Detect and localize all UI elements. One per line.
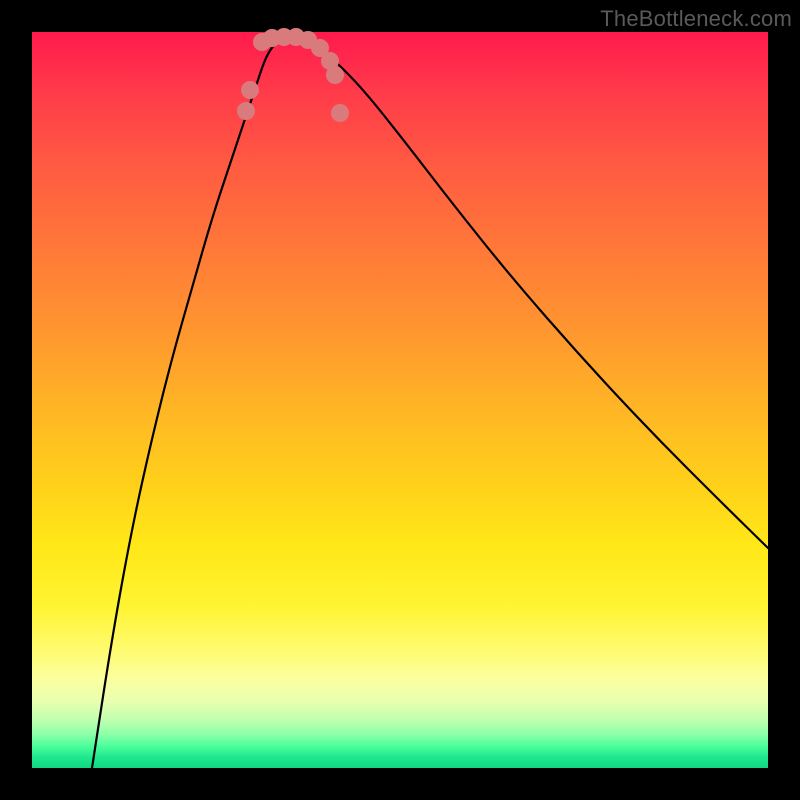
trough-marker-dot — [241, 81, 259, 99]
trough-marker-dot — [326, 66, 344, 84]
trough-marker-dot — [237, 102, 255, 120]
trough-markers — [237, 28, 349, 122]
chart-frame: TheBottleneck.com — [0, 0, 800, 800]
trough-marker-dot — [331, 104, 349, 122]
bottleneck-curve-path — [92, 38, 768, 768]
plot-area — [32, 32, 768, 768]
bottleneck-curve — [92, 38, 768, 768]
watermark-text: TheBottleneck.com — [600, 6, 792, 32]
chart-svg — [32, 32, 768, 768]
